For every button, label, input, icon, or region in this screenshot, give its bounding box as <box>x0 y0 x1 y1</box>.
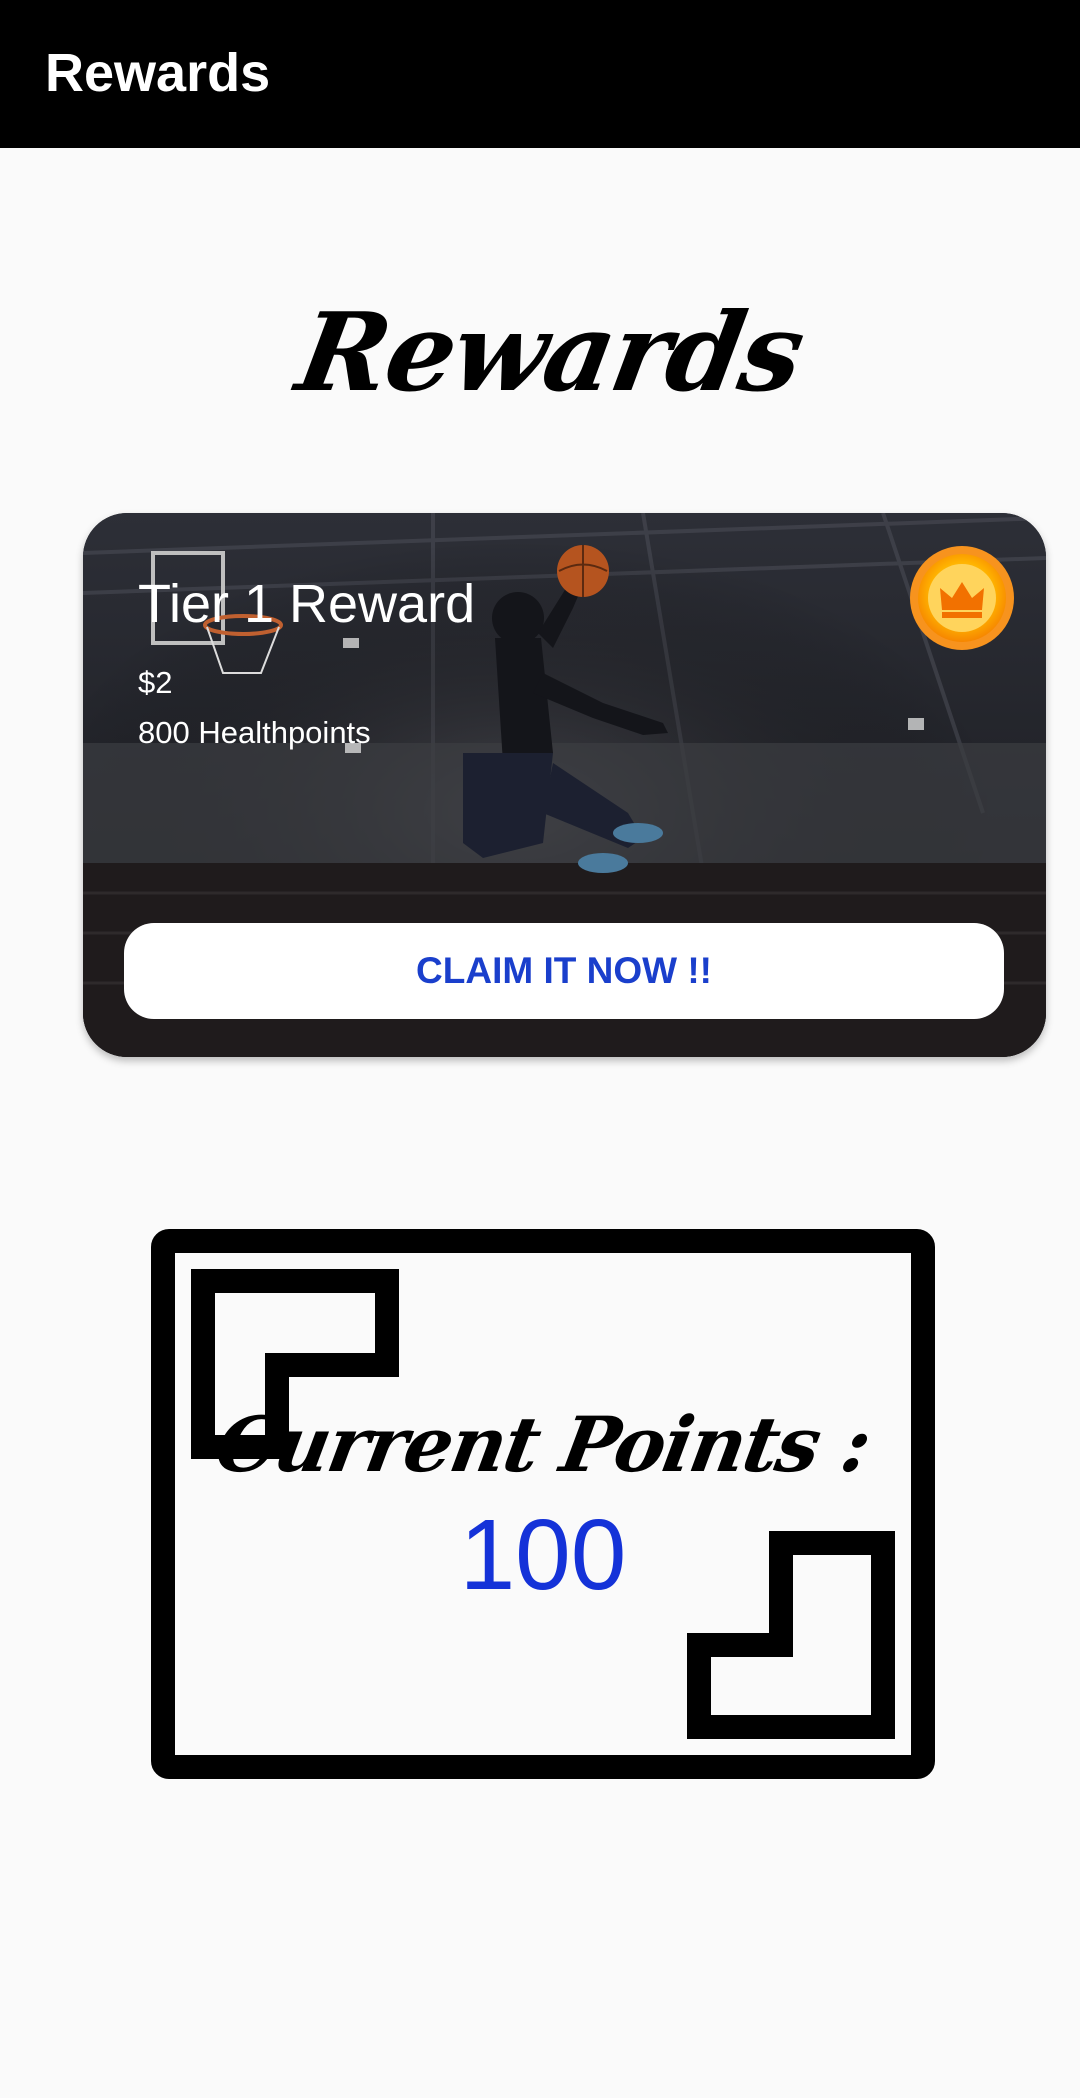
reward-price: $2 <box>138 665 173 700</box>
app-bar-title: Rewards <box>45 43 271 103</box>
reward-title: Tier 1 Reward <box>138 574 476 634</box>
crown-icon <box>910 546 1014 650</box>
reward-card: Tier 1 Reward $2 800 Healthpoints CLAIM … <box>83 513 1046 1057</box>
claim-button[interactable]: CLAIM IT NOW !! <box>124 923 1004 1019</box>
reward-healthpoints: 800 Healthpoints <box>138 715 371 750</box>
current-points-label: Current Points : <box>209 1400 877 1489</box>
app-bar: Rewards <box>0 0 1080 148</box>
page-heading: Rewards <box>288 290 812 416</box>
current-points-value: 100 <box>459 1499 627 1611</box>
